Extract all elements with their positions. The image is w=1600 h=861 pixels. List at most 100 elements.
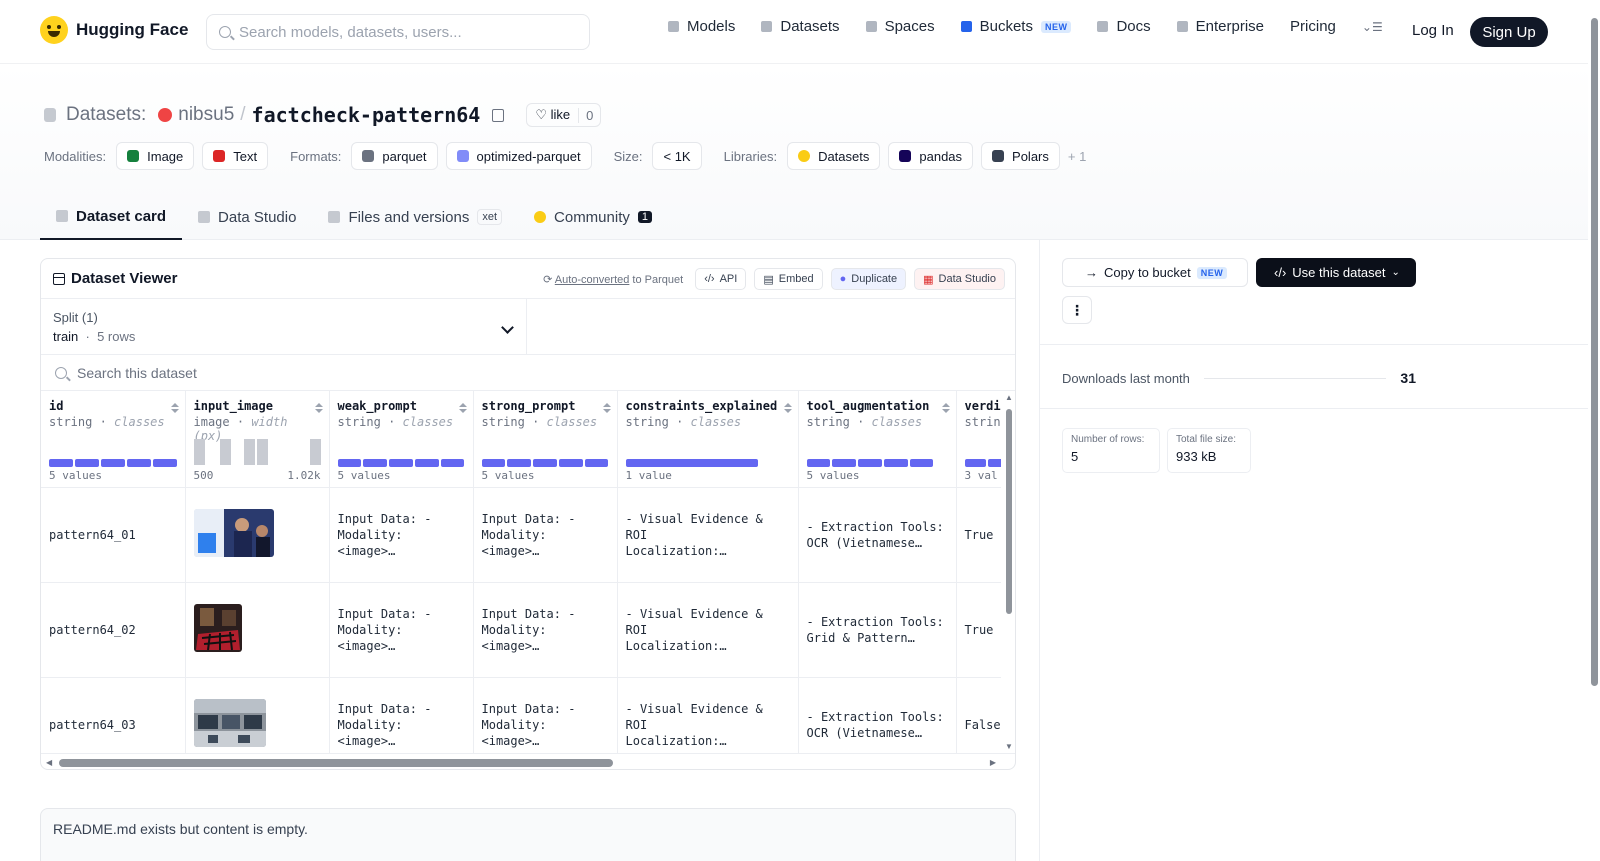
cell-verdict[interactable]: True — [956, 582, 1001, 678]
cell-image[interactable] — [185, 582, 330, 678]
split-selector[interactable]: Split (1) train · 5 rows — [41, 299, 527, 354]
cell-verdict[interactable]: True — [956, 487, 1001, 583]
cell-image[interactable] — [185, 677, 330, 753]
section-label[interactable]: Datasets: — [66, 104, 146, 126]
login-link[interactable]: Log In — [1412, 22, 1454, 39]
image-thumbnail[interactable] — [193, 509, 274, 557]
page-scrollbar[interactable] — [1588, 0, 1600, 861]
tab-data-studio[interactable]: Data Studio — [182, 194, 312, 240]
tab-dataset-card[interactable]: Dataset card — [40, 194, 183, 240]
sort-icon[interactable] — [170, 403, 179, 413]
tab-community[interactable]: Community 1 — [518, 194, 668, 240]
cell-constraints[interactable]: - Visual Evidence & ROI Localization:… — [617, 677, 799, 753]
cell-tool-augmentation[interactable]: - Extraction Tools: Grid & Pattern… — [798, 582, 957, 678]
value-distribution — [806, 459, 934, 467]
modality-image-chip[interactable]: Image — [116, 142, 195, 170]
scroll-up-icon[interactable]: ▲ — [1005, 393, 1013, 402]
size-chip[interactable]: < 1K — [652, 142, 702, 170]
cell-strong-prompt[interactable]: Input Data: - Modality: <image>… — [473, 487, 618, 583]
library-polars-chip[interactable]: Polars — [981, 142, 1060, 170]
modality-text-chip[interactable]: Text — [202, 142, 269, 170]
new-badge: NEW — [1196, 266, 1228, 279]
sort-icon[interactable] — [941, 403, 950, 413]
scroll-left-icon[interactable]: ◀ — [46, 758, 52, 767]
hf-logo[interactable]: Hugging Face — [40, 16, 188, 44]
owner-link[interactable]: nibsu5 — [178, 104, 234, 126]
use-this-dataset-button[interactable]: ‹/› Use this dataset ⌄ — [1256, 258, 1416, 287]
column-header-strong-prompt[interactable]: strong_prompt string · classes 5 values — [473, 391, 618, 488]
cell-tool-augmentation[interactable]: - Extraction Tools: OCR (Vietnamese… — [798, 487, 957, 583]
table-row[interactable]: pattern64_01 Input Data: - Modality: <im… — [41, 487, 1001, 583]
embed-icon: ▤ — [763, 273, 774, 286]
cell-id[interactable]: pattern64_02 — [41, 582, 186, 678]
global-search-input[interactable]: Search models, datasets, users... — [206, 14, 590, 50]
image-thumbnail[interactable] — [193, 604, 242, 652]
size-label: Size: — [613, 148, 643, 164]
xet-badge: xet — [477, 209, 503, 225]
library-pandas-chip[interactable]: pandas — [888, 142, 974, 170]
cell-weak-prompt[interactable]: Input Data: - Modality: <image>… — [329, 677, 474, 753]
column-header-verdict[interactable]: verdi strin 3 val — [956, 391, 1001, 488]
image-thumbnail[interactable] — [193, 699, 266, 747]
cell-image[interactable] — [185, 487, 330, 583]
cell-id[interactable]: pattern64_03 — [41, 677, 186, 753]
column-header-tool-augmentation[interactable]: tool_augmentation string · classes 5 val… — [798, 391, 957, 488]
cell-verdict[interactable]: False — [956, 677, 1001, 753]
nav-buckets[interactable]: Buckets NEW — [960, 18, 1072, 35]
data-studio-button[interactable]: ▦ Data Studio — [914, 268, 1005, 290]
copy-to-bucket-button[interactable]: → Copy to bucket NEW — [1062, 258, 1248, 287]
cell-weak-prompt[interactable]: Input Data: - Modality: <image>… — [329, 582, 474, 678]
nav-enterprise[interactable]: Enterprise — [1176, 18, 1264, 35]
auto-converted-link[interactable]: Auto-converted — [555, 274, 630, 286]
downloads-sparkline — [1203, 377, 1387, 379]
api-button[interactable]: ‹/› API — [695, 268, 747, 290]
code-icon: ‹/› — [704, 273, 715, 285]
nav-docs[interactable]: Docs — [1097, 18, 1151, 35]
more-menu-icon[interactable]: ⌄☰ — [1362, 20, 1383, 34]
database-icon — [761, 21, 773, 32]
more-options-button[interactable]: ⋮ — [1062, 296, 1092, 324]
scroll-right-icon[interactable]: ▶ — [990, 758, 996, 767]
cell-strong-prompt[interactable]: Input Data: - Modality: <image>… — [473, 582, 618, 678]
cell-tool-augmentation[interactable]: - Extraction Tools: OCR (Vietnamese… — [798, 677, 957, 753]
sort-icon[interactable] — [783, 403, 792, 413]
cell-id[interactable]: pattern64_01 — [41, 487, 186, 583]
tab-files-and-versions[interactable]: Files and versions xet — [312, 194, 518, 240]
cell-constraints[interactable]: - Visual Evidence & ROI Localization:… — [617, 487, 799, 583]
embed-button[interactable]: ▤ Embed — [754, 268, 823, 290]
library-datasets-chip[interactable]: Datasets — [787, 142, 881, 170]
column-header-id[interactable]: id string · classes 5 values — [41, 391, 186, 488]
sort-icon[interactable] — [314, 403, 323, 413]
viewer-actions: ⟳ Auto-converted to Parquet ‹/› API ▤ Embe… — [543, 268, 1005, 290]
signup-button[interactable]: Sign Up — [1470, 17, 1548, 47]
nav-datasets[interactable]: Datasets — [761, 18, 840, 35]
nav-models[interactable]: Models — [668, 18, 735, 35]
copy-icon[interactable] — [492, 108, 505, 122]
cell-weak-prompt[interactable]: Input Data: - Modality: <image>… — [329, 487, 474, 583]
like-button[interactable]: ♡ like 0 — [526, 103, 602, 127]
repo-name[interactable]: factcheck-pattern64 — [252, 103, 481, 127]
dataset-search-input[interactable]: Search this dataset — [41, 355, 1015, 391]
duplicate-button[interactable]: ● Duplicate — [830, 268, 907, 290]
scrollbar-thumb[interactable] — [1006, 409, 1012, 614]
scrollbar-thumb[interactable] — [59, 759, 613, 767]
column-header-input-image[interactable]: input_image image · width (px) 500 1.02k — [185, 391, 330, 488]
format-optimized-parquet-chip[interactable]: optimized-parquet — [445, 142, 592, 170]
column-header-constraints-explained[interactable]: constraints_explained string · classes 1… — [617, 391, 799, 488]
table-icon — [198, 211, 211, 223]
scroll-down-icon[interactable]: ▼ — [1005, 742, 1013, 751]
nav-spaces[interactable]: Spaces — [865, 18, 935, 35]
sort-icon[interactable] — [458, 403, 467, 413]
nav-pricing[interactable]: Pricing — [1290, 18, 1336, 35]
cell-constraints[interactable]: - Visual Evidence & ROI Localization:… — [617, 582, 799, 678]
table-row[interactable]: pattern64_03 Input Data: - Modality: <im… — [41, 677, 1001, 753]
table-vertical-scrollbar[interactable]: ▲ ▼ — [1002, 391, 1015, 753]
column-header-weak-prompt[interactable]: weak_prompt string · classes 5 values — [329, 391, 474, 488]
table-row[interactable]: pattern64_02 Input Data: - Modality: <im… — [41, 582, 1001, 678]
sort-icon[interactable] — [602, 403, 611, 413]
format-parquet-chip[interactable]: parquet — [351, 142, 438, 170]
cell-strong-prompt[interactable]: Input Data: - Modality: <image>… — [473, 677, 618, 753]
more-libraries[interactable]: + 1 — [1068, 149, 1086, 164]
table-horizontal-scrollbar[interactable]: ◀ ▶ — [41, 753, 1015, 769]
scrollbar-thumb[interactable] — [1591, 18, 1598, 686]
